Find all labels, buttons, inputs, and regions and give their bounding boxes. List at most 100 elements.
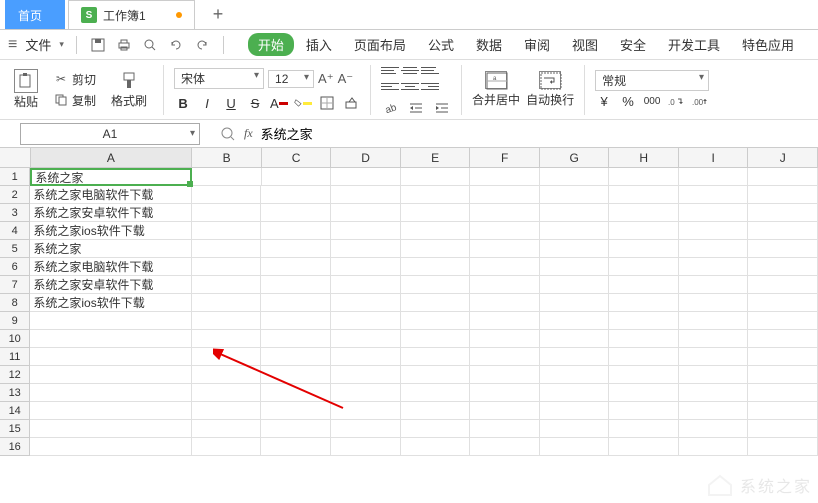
cell[interactable]: [401, 402, 471, 420]
cell[interactable]: 系统之家电脑软件下载: [30, 186, 192, 204]
cell[interactable]: [540, 312, 610, 330]
cell[interactable]: [401, 420, 471, 438]
cell[interactable]: [192, 240, 262, 258]
tab-home[interactable]: 首页: [5, 0, 65, 29]
cell[interactable]: [748, 312, 818, 330]
cell[interactable]: [30, 330, 192, 348]
cell[interactable]: [331, 276, 401, 294]
orientation-button[interactable]: ab: [381, 100, 399, 116]
cell[interactable]: [748, 402, 818, 420]
cell[interactable]: [331, 186, 401, 204]
name-box[interactable]: A1: [20, 123, 200, 145]
cell[interactable]: [609, 186, 679, 204]
cell[interactable]: [540, 366, 610, 384]
formula-input[interactable]: [261, 126, 561, 141]
cell[interactable]: [748, 258, 818, 276]
print-icon[interactable]: [115, 36, 133, 54]
cell[interactable]: [331, 294, 401, 312]
cell[interactable]: [30, 348, 192, 366]
print-preview-icon[interactable]: [141, 36, 159, 54]
cell[interactable]: [192, 276, 262, 294]
menu-data[interactable]: 数据: [466, 33, 512, 56]
row-header[interactable]: 16: [0, 438, 30, 456]
cell[interactable]: [331, 222, 401, 240]
cell[interactable]: [609, 330, 679, 348]
cell[interactable]: [261, 384, 331, 402]
menu-view[interactable]: 视图: [562, 33, 608, 56]
row-header[interactable]: 12: [0, 366, 30, 384]
cell[interactable]: [331, 384, 401, 402]
cell[interactable]: [261, 420, 331, 438]
cell[interactable]: [401, 312, 471, 330]
save-icon[interactable]: [89, 36, 107, 54]
cell[interactable]: [470, 366, 540, 384]
row-header[interactable]: 14: [0, 402, 30, 420]
insert-function-icon[interactable]: [220, 126, 236, 142]
copy-button[interactable]: 复制: [50, 91, 99, 110]
wrap-text-button[interactable]: 自动换行: [526, 71, 574, 108]
cell[interactable]: [540, 348, 610, 366]
col-header-E[interactable]: E: [401, 148, 471, 168]
cell[interactable]: [540, 168, 610, 186]
cell[interactable]: [609, 204, 679, 222]
cell[interactable]: [679, 222, 749, 240]
row-header[interactable]: 8: [0, 294, 30, 312]
cell[interactable]: [540, 438, 610, 456]
cell[interactable]: [30, 402, 192, 420]
cell[interactable]: [679, 204, 749, 222]
cell[interactable]: [679, 312, 749, 330]
cell[interactable]: [261, 204, 331, 222]
cell[interactable]: [470, 186, 540, 204]
cell[interactable]: [748, 204, 818, 222]
cell[interactable]: [331, 330, 401, 348]
row-header[interactable]: 3: [0, 204, 30, 222]
cell[interactable]: [609, 438, 679, 456]
cell[interactable]: [331, 240, 401, 258]
cell[interactable]: [401, 204, 471, 222]
cell[interactable]: [609, 222, 679, 240]
cell[interactable]: [679, 384, 749, 402]
menu-formula[interactable]: 公式: [418, 33, 464, 56]
cell[interactable]: [470, 384, 540, 402]
cell[interactable]: [331, 438, 401, 456]
font-family-select[interactable]: 宋体: [174, 68, 264, 89]
cell[interactable]: [192, 366, 262, 384]
cell[interactable]: [261, 222, 331, 240]
col-header-A[interactable]: A: [31, 148, 193, 168]
cell[interactable]: [261, 438, 331, 456]
fx-icon[interactable]: fx: [244, 126, 253, 141]
cell[interactable]: [401, 294, 471, 312]
cell[interactable]: [748, 330, 818, 348]
fill-color-button[interactable]: [294, 95, 312, 111]
cell[interactable]: [401, 222, 471, 240]
merge-center-button[interactable]: a 合并居中: [472, 71, 520, 108]
menu-dev[interactable]: 开发工具: [658, 33, 730, 56]
cell[interactable]: [331, 366, 401, 384]
cell[interactable]: 系统之家ios软件下载: [30, 294, 192, 312]
cell[interactable]: [192, 384, 262, 402]
cell[interactable]: [470, 258, 540, 276]
cell[interactable]: [679, 348, 749, 366]
cell[interactable]: [609, 258, 679, 276]
cell[interactable]: [262, 168, 332, 186]
cell[interactable]: 系统之家电脑软件下载: [30, 258, 192, 276]
cell[interactable]: [470, 276, 540, 294]
cell[interactable]: [748, 168, 818, 186]
cell[interactable]: [331, 312, 401, 330]
cell[interactable]: [748, 294, 818, 312]
cell[interactable]: [261, 312, 331, 330]
cell[interactable]: [30, 438, 192, 456]
cell[interactable]: [192, 420, 262, 438]
cell[interactable]: [540, 240, 610, 258]
menu-special[interactable]: 特色应用: [732, 33, 804, 56]
cell[interactable]: [679, 420, 749, 438]
row-header[interactable]: 1: [0, 168, 30, 186]
cell[interactable]: [261, 258, 331, 276]
italic-button[interactable]: I: [198, 95, 216, 111]
cell[interactable]: [748, 438, 818, 456]
cell[interactable]: [540, 294, 610, 312]
cell[interactable]: 系统之家安卓软件下载: [30, 276, 192, 294]
cell[interactable]: [609, 168, 679, 186]
cell[interactable]: [192, 258, 262, 276]
cell[interactable]: [748, 240, 818, 258]
